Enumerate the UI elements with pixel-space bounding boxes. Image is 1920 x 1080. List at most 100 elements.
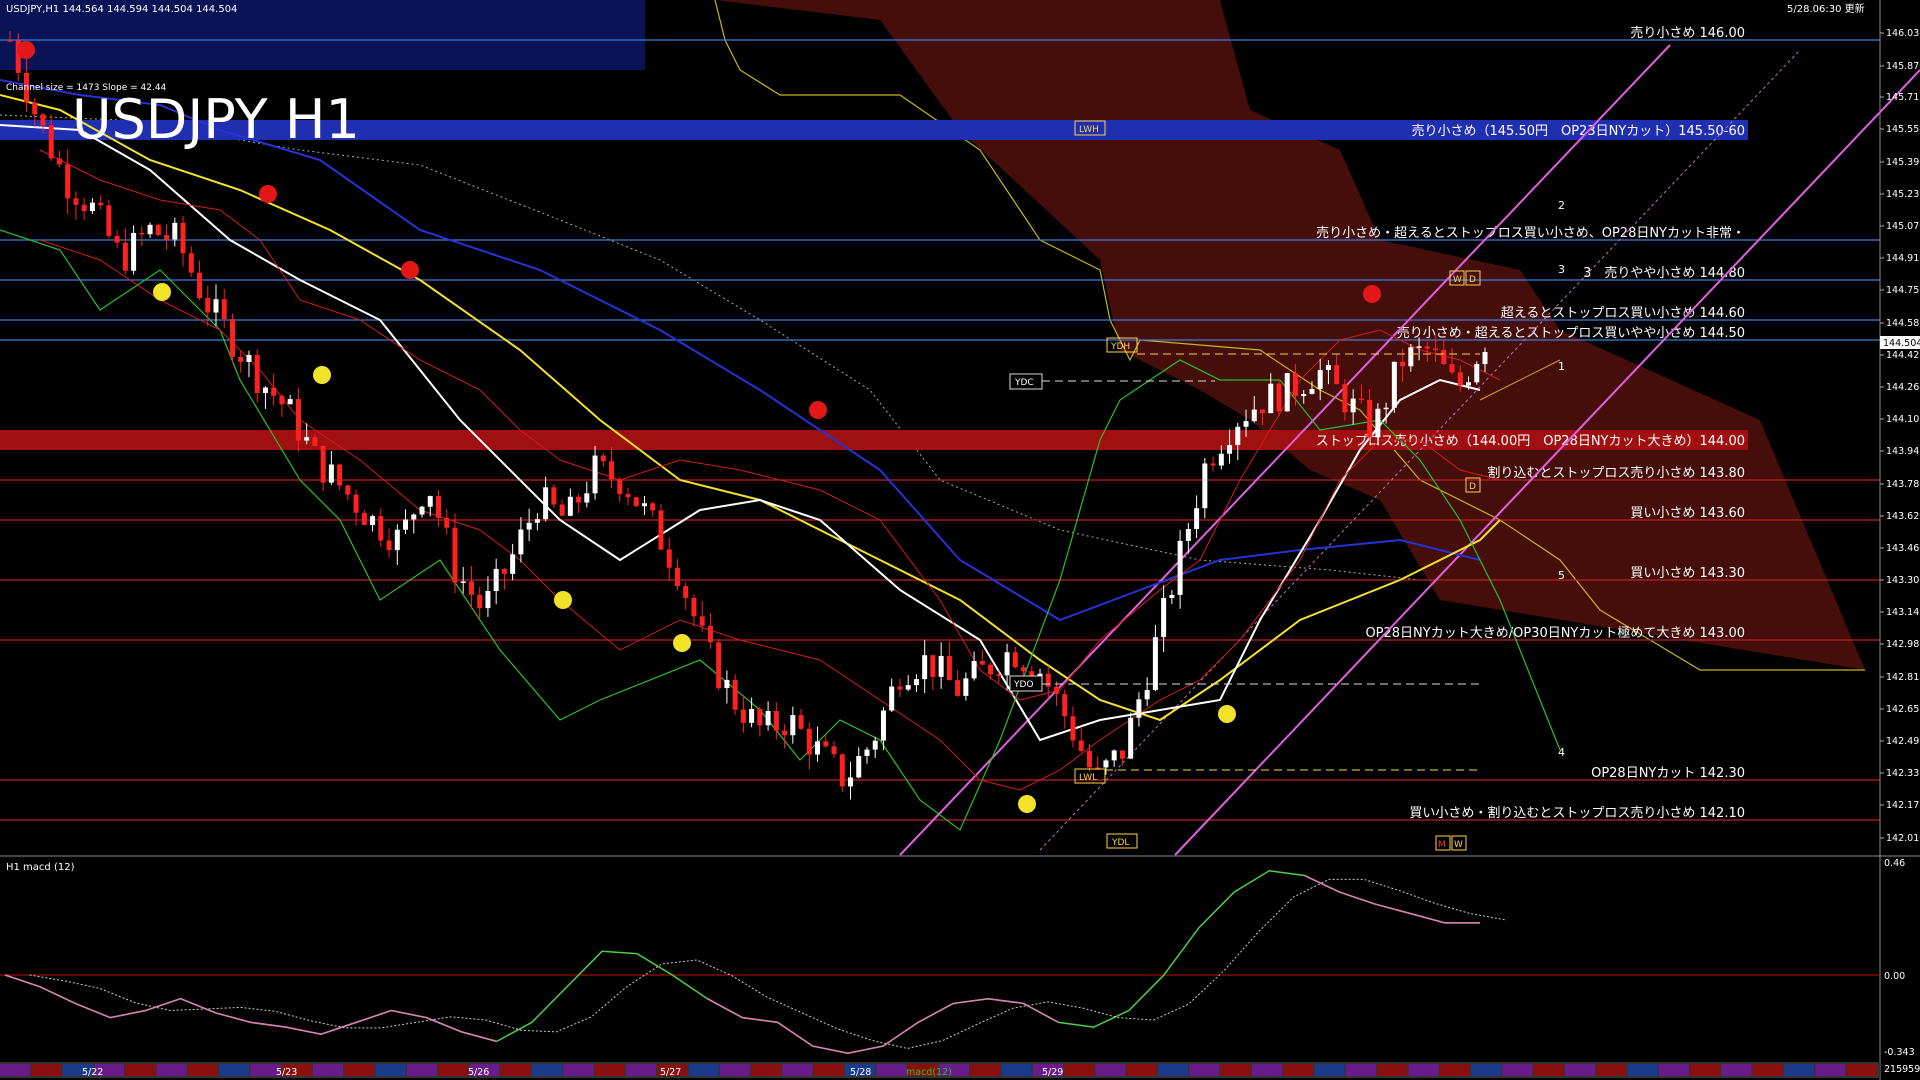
candle-body xyxy=(1054,686,1060,694)
candle-body xyxy=(1128,717,1134,759)
candle-body xyxy=(724,679,730,689)
candle-body xyxy=(938,655,944,677)
session-block xyxy=(532,1064,563,1076)
price-tick-label: 143.140 xyxy=(1886,607,1920,618)
session-block xyxy=(31,1064,62,1076)
macd-label: H1 macd (12) xyxy=(6,862,75,873)
candle-body xyxy=(427,496,433,507)
candle-body xyxy=(337,464,343,486)
box-m-label: M xyxy=(1438,840,1446,850)
session-block xyxy=(375,1064,406,1076)
candle-body xyxy=(403,519,409,530)
candle-body xyxy=(238,356,244,362)
candle-body xyxy=(98,202,104,206)
candle-body xyxy=(394,529,400,551)
session-block xyxy=(813,1064,844,1076)
candle-body xyxy=(633,497,639,507)
candle-body xyxy=(411,514,417,520)
candle-body xyxy=(765,710,771,726)
candle-body xyxy=(1185,529,1191,541)
session-block xyxy=(1596,1064,1627,1076)
session-block xyxy=(219,1064,250,1076)
price-tick-label: 144.585 xyxy=(1886,318,1920,329)
candle-body xyxy=(361,512,367,526)
candle-body xyxy=(905,685,911,690)
candle-body xyxy=(988,664,994,675)
candle-body xyxy=(1169,594,1175,598)
candle-body xyxy=(1317,370,1323,390)
candle-body xyxy=(1441,349,1447,365)
candle-body xyxy=(1449,364,1455,373)
session-block xyxy=(406,1064,437,1076)
candle-body xyxy=(493,568,499,591)
session-block xyxy=(313,1064,343,1076)
candle-body xyxy=(1325,365,1331,371)
candle-body xyxy=(617,479,623,495)
macd-tick-bottom: -0.343 xyxy=(1884,1047,1915,1058)
candle-body xyxy=(114,235,120,243)
candle-body xyxy=(576,496,582,503)
session-block xyxy=(1690,1064,1721,1076)
candle-body xyxy=(699,616,705,626)
fractal-down-marker xyxy=(554,591,572,609)
candle-body xyxy=(839,754,845,787)
price-tick-label: 145.230 xyxy=(1886,189,1920,200)
level-label: 買い小さめ・割り込むとストップロス売り小さめ 142.10 xyxy=(1409,805,1745,821)
candle-body xyxy=(147,224,153,235)
candle-body xyxy=(1342,384,1348,413)
candle-body xyxy=(1243,421,1249,427)
fractal-down-marker xyxy=(153,283,171,301)
candle-body xyxy=(1235,426,1241,446)
session-block xyxy=(0,1064,30,1076)
session-block xyxy=(1095,1064,1126,1076)
candle-body xyxy=(922,655,928,680)
count-2: 2 xyxy=(1558,199,1565,212)
candle-body xyxy=(815,741,821,755)
session-block xyxy=(1533,1064,1564,1076)
price-tick-label: 142.175 xyxy=(1886,800,1920,811)
bar-count: 215959 xyxy=(1884,1064,1920,1075)
candle-body xyxy=(32,102,38,115)
box-d-label: D xyxy=(1469,275,1476,285)
candle-body xyxy=(1021,667,1027,672)
candle-body xyxy=(73,198,79,205)
session-block xyxy=(782,1064,813,1076)
price-tick-label: 144.910 xyxy=(1886,253,1920,264)
candle-body xyxy=(551,487,557,505)
candle-body xyxy=(139,232,145,235)
candle-body xyxy=(641,503,647,507)
candle-body xyxy=(1433,348,1439,351)
candle-body xyxy=(1309,389,1315,394)
candle-body xyxy=(1218,453,1224,466)
candle-body xyxy=(452,527,458,583)
candle-body xyxy=(691,597,697,617)
candle-body xyxy=(740,709,746,723)
candle-body xyxy=(229,319,235,357)
update-timestamp: 5/28.06:30 更新 xyxy=(1787,2,1865,15)
candle-body xyxy=(1268,383,1274,414)
fractal-up-marker xyxy=(809,401,827,419)
candle-body xyxy=(1078,740,1084,751)
candle-body xyxy=(872,740,878,750)
candle-body xyxy=(979,660,985,665)
box-w2-label: W xyxy=(1454,840,1463,850)
candle-body xyxy=(1292,373,1298,397)
candle-body xyxy=(1161,597,1167,638)
candle-body xyxy=(477,594,483,609)
candle-body xyxy=(419,506,425,515)
candle-body xyxy=(1408,347,1414,367)
session-block xyxy=(1189,1064,1220,1076)
session-block xyxy=(1721,1064,1752,1076)
price-tick-label: 144.425 xyxy=(1886,350,1920,361)
candle-body xyxy=(584,493,590,503)
fractal-down-marker xyxy=(1218,705,1236,723)
candle-body xyxy=(1194,508,1200,530)
date-label-6: 5/29 xyxy=(1042,1067,1063,1078)
current-price-label: 144.504 xyxy=(1883,338,1920,349)
candle-body xyxy=(221,299,227,320)
chart-stage: 売り小さめ 146.00 売り小さめ（145.50円 OP23日NYカット）145… xyxy=(0,0,1920,1080)
candle-body xyxy=(609,461,615,480)
macd-tick-top: 0.46 xyxy=(1884,858,1905,869)
session-block xyxy=(626,1064,656,1076)
candle-body xyxy=(1119,750,1125,759)
